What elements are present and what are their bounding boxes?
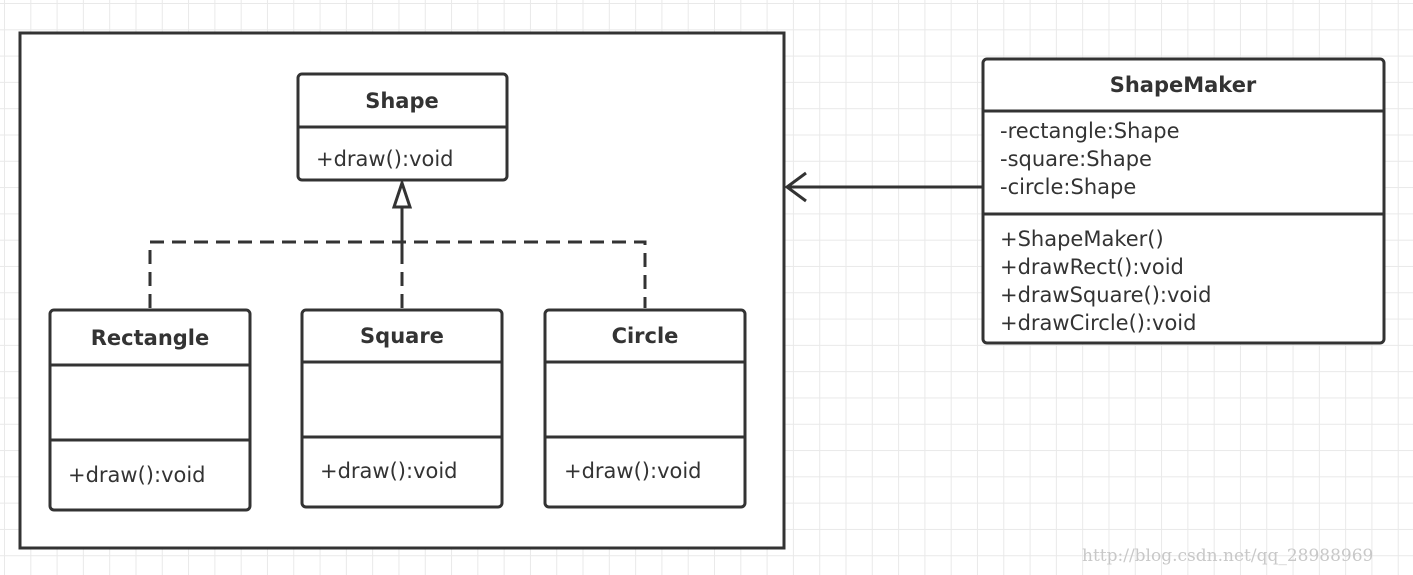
class-shape[interactable]: Shape +draw():void [296,72,509,182]
class-method: +drawRect():void [1000,255,1184,279]
class-attribute: -circle:Shape [1000,175,1136,199]
class-square[interactable]: Square +draw():void [300,308,504,509]
class-name: Rectangle [91,326,210,350]
class-attribute: -square:Shape [1000,147,1152,171]
class-method: +draw():void [68,463,206,487]
class-circle[interactable]: Circle +draw():void [543,308,747,509]
class-shapemaker[interactable]: ShapeMaker -rectangle:Shape -square:Shap… [981,57,1386,345]
class-method: +draw():void [316,147,454,171]
class-method: +draw():void [320,459,458,483]
class-name: Circle [612,324,679,348]
uml-diagram: Shape +draw():void Rectangle +draw():voi… [18,31,1386,566]
class-rectangle[interactable]: Rectangle +draw():void [48,308,252,512]
class-method: +drawSquare():void [1000,283,1211,307]
watermark: http://blog.csdn.net/qq_28988969 [1082,546,1373,566]
class-method: +drawCircle():void [1000,311,1196,335]
class-name: Shape [365,89,439,113]
class-method: +ShapeMaker() [1000,227,1164,251]
class-name: ShapeMaker [1110,73,1257,97]
class-attribute: -rectangle:Shape [1000,119,1180,143]
class-method: +draw():void [564,459,702,483]
class-name: Square [360,324,444,348]
